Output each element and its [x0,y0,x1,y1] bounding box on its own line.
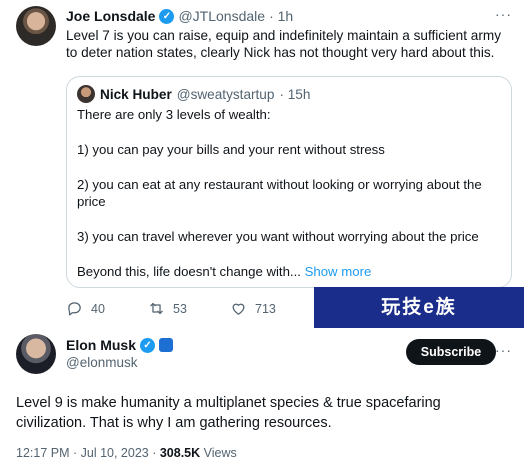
views-label: Views [200,446,237,460]
verified-icon: ✓ [140,337,156,353]
retweet-icon [150,302,163,315]
avatar[interactable] [16,334,56,374]
like-button[interactable]: 713 [230,300,312,317]
tweet-text: Level 7 is you can raise, equip and inde… [66,28,501,60]
more-options-icon[interactable]: ··· [495,6,512,22]
tweet-joe-lonsdale[interactable]: Joe Lonsdale ✓ @JTLonsdale · 1h ··· Leve… [0,0,526,326]
quote-last-line: Beyond this, life doesn't change with...… [77,263,507,280]
author-handle[interactable]: @JTLonsdale [178,8,265,24]
tweet-text: Level 9 is make humanity a multiplanet s… [16,395,441,431]
quote-line: 2) you can eat at any restaurant without… [77,177,482,209]
tweet-timestamp[interactable]: 12:17 PM · Jul 10, 2023 · [16,446,160,460]
quote-line: 3) you can travel wherever you want with… [77,229,479,244]
views-count: 308.5K [159,446,201,460]
tweet-time[interactable]: · 1h [269,8,293,24]
reply-button[interactable]: 40 [66,300,148,317]
avatar[interactable] [77,85,95,103]
heart-icon [232,303,245,315]
affiliate-badge-icon [159,338,174,352]
author-handle[interactable]: @elonmusk [66,355,137,370]
quote-author-name[interactable]: Nick Huber [100,87,172,102]
tweet-metadata: 12:17 PM · Jul 10, 2023 · 308.5K Views [16,446,237,460]
tweet-header: Joe Lonsdale ✓ @JTLonsdale · 1h [66,8,293,24]
quote-author-handle[interactable]: @sweatystartup [177,87,275,102]
like-count: 713 [255,301,276,316]
quote-line: 1) you can pay your bills and your rent … [77,142,385,157]
watermark-logo: 玩技e族 [314,287,524,328]
verified-icon: ✓ [159,8,175,24]
retweet-button[interactable]: 53 [148,300,230,317]
reply-icon [68,302,81,316]
tweet-header: Elon Musk ✓ [66,337,174,353]
quote-header: Nick Huber @sweatystartup · 15h [77,85,310,103]
author-name[interactable]: Joe Lonsdale [66,8,155,24]
reply-count: 40 [91,301,105,316]
retweet-count: 53 [173,301,187,316]
tweet-actions: 40 53 713 [66,300,312,317]
more-options-icon[interactable]: ··· [495,342,512,358]
show-more-link[interactable]: Show more [305,264,372,279]
quote-line: There are only 3 levels of wealth: [77,107,271,122]
quoted-tweet[interactable]: Nick Huber @sweatystartup · 15h There ar… [66,76,512,288]
quote-truncated-text: Beyond this, life doesn't change with... [77,264,301,279]
avatar[interactable] [16,6,56,46]
quote-time[interactable]: · 15h [279,87,310,102]
subscribe-button[interactable]: Subscribe [406,339,496,365]
author-name[interactable]: Elon Musk [66,337,136,353]
